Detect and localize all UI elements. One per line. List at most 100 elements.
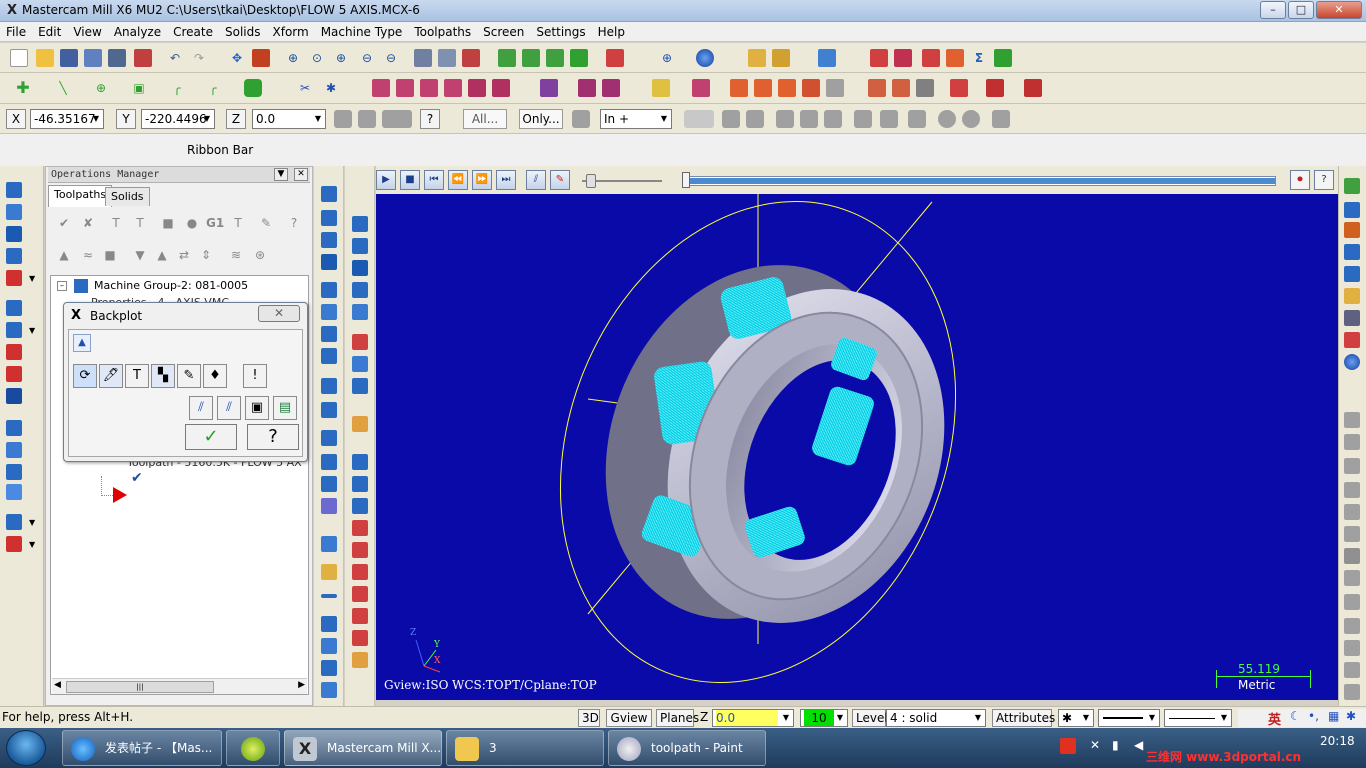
break-icon[interactable]: ✱ [322, 79, 340, 97]
md-17-icon[interactable] [352, 608, 368, 624]
mt-14-icon[interactable] [321, 498, 337, 514]
menu-view[interactable]: View [67, 22, 107, 42]
pocket-icon[interactable] [802, 79, 820, 97]
ime-moon-icon[interactable]: ☾ [1290, 709, 1301, 723]
machine-icon[interactable] [1024, 79, 1042, 97]
mt-16-icon[interactable] [321, 564, 337, 580]
rt-9-icon[interactable] [1344, 412, 1360, 428]
z-lock-button[interactable]: Z [226, 109, 246, 129]
select-only-button[interactable]: Only... [519, 109, 563, 129]
ime-settings-icon[interactable]: ✱ [1346, 709, 1356, 723]
md-10-icon[interactable] [352, 454, 368, 470]
ok-button[interactable]: ✓ [185, 424, 237, 450]
select-loop-icon[interactable] [854, 110, 872, 128]
scroll-right-icon[interactable]: ▶ [298, 680, 305, 690]
print-icon[interactable] [108, 49, 126, 67]
rt-4-icon[interactable] [1344, 244, 1360, 260]
ime-dot-icon[interactable]: •, [1308, 709, 1319, 723]
marker-button[interactable]: ✎ [550, 170, 570, 190]
line-width-dropdown-icon[interactable]: ▼ [1217, 710, 1231, 726]
fast-point-icon[interactable] [334, 110, 352, 128]
verify-selection-icon[interactable] [908, 110, 926, 128]
level-button[interactable]: Level [852, 709, 888, 727]
md-7-icon[interactable] [352, 356, 368, 372]
repaint-icon[interactable] [414, 49, 432, 67]
surface-3-icon[interactable] [6, 464, 22, 480]
mt-13-icon[interactable] [321, 476, 337, 492]
mt-3-icon[interactable] [321, 232, 337, 248]
single-display-icon[interactable]: ≋ [228, 247, 244, 263]
rt-8-icon[interactable] [1344, 332, 1360, 348]
md-16-icon[interactable] [352, 586, 368, 602]
display-holder-icon[interactable]: T [125, 364, 149, 388]
wireframe-icon[interactable] [498, 49, 516, 67]
sigma-icon[interactable]: Σ [970, 49, 988, 67]
mt-20-icon[interactable] [321, 660, 337, 676]
select-feature-icon[interactable] [880, 110, 898, 128]
rt-12-icon[interactable] [1344, 482, 1360, 498]
menu-xform[interactable]: Xform [267, 22, 315, 42]
mt-21-icon[interactable] [321, 682, 337, 698]
play-button[interactable]: ▶ [376, 170, 396, 190]
panel-close-button[interactable]: ✕ [294, 168, 308, 181]
configure-icon[interactable]: ⫽ [189, 396, 213, 420]
level-icon[interactable] [922, 49, 940, 67]
rt-6-icon[interactable] [1344, 288, 1360, 304]
post-ops-icon[interactable]: G1 [206, 215, 224, 231]
color-dropdown-icon[interactable]: ▼ [833, 710, 847, 726]
rt-11-icon[interactable] [1344, 458, 1360, 474]
rt-17-icon[interactable] [1344, 594, 1360, 610]
pan-icon[interactable]: ✥ [228, 49, 246, 67]
minimize-button[interactable]: – [1260, 1, 1286, 19]
menu-analyze[interactable]: Analyze [108, 22, 167, 42]
toggle-display-icon[interactable]: ≈ [80, 247, 96, 263]
select-face-icon[interactable] [800, 110, 818, 128]
display-rapid-icon[interactable]: ▚ [151, 364, 175, 388]
move-up-icon[interactable]: ▲ [154, 247, 170, 263]
side-view-icon[interactable] [6, 226, 22, 242]
pointer-icon[interactable] [722, 110, 740, 128]
task-folder[interactable]: 3 [446, 730, 604, 766]
wrap-icon[interactable] [602, 79, 620, 97]
mt-2-icon[interactable] [321, 210, 337, 226]
mt-17-icon[interactable] [321, 594, 337, 598]
mt-18-icon[interactable] [321, 616, 337, 632]
end-selection-icon[interactable] [962, 110, 980, 128]
select-all-ops-icon[interactable]: ✔ [56, 215, 72, 231]
md-4-icon[interactable] [352, 282, 368, 298]
repeat-icon[interactable]: ⟳ [73, 364, 97, 388]
toggle-post-icon[interactable]: ■ [102, 247, 118, 263]
zoom-window-icon[interactable]: ⊕ [284, 49, 302, 67]
rt-7-icon[interactable] [1344, 310, 1360, 326]
open-file-icon[interactable] [36, 49, 54, 67]
rotate-icon[interactable] [420, 79, 438, 97]
md-9-icon[interactable] [352, 416, 368, 432]
plane-icon[interactable] [994, 49, 1012, 67]
new-file-icon[interactable] [10, 49, 28, 67]
layout-icon[interactable] [6, 514, 22, 530]
mode-dropdown-icon[interactable]: ▼ [657, 110, 671, 128]
menu-settings[interactable]: Settings [530, 22, 591, 42]
shaded-icon[interactable] [546, 49, 564, 67]
z-coordinate-field[interactable]: 0.0 ▼ [252, 109, 326, 129]
fit-icon[interactable] [252, 49, 270, 67]
select-dirty-ops-icon[interactable]: ✘ [80, 215, 96, 231]
cut-icon[interactable] [134, 49, 152, 67]
selection-mode-select[interactable]: In + ▼ [600, 109, 672, 129]
stop-button[interactable]: ■ [400, 170, 420, 190]
dialog-help-button[interactable]: ? [247, 424, 299, 450]
task-browser[interactable]: 发表帖子 - 【Mas... [62, 730, 222, 766]
line-style-dropdown-icon[interactable]: ▼ [1145, 710, 1159, 726]
insert-arrow-icon[interactable]: ⇄ [176, 247, 192, 263]
layout-dropdown-icon[interactable]: ▼ [29, 518, 35, 527]
rt-1-icon[interactable] [1344, 178, 1360, 194]
cylinder-icon[interactable] [244, 79, 262, 97]
help-red-icon[interactable] [870, 49, 888, 67]
edit-2-icon[interactable] [772, 49, 790, 67]
clear-colors-icon[interactable] [438, 49, 456, 67]
rt-10-icon[interactable] [1344, 434, 1360, 450]
help-button[interactable]: ? [420, 109, 440, 129]
rt-14-icon[interactable] [1344, 526, 1360, 542]
step-forward-button[interactable]: ⏩ [472, 170, 492, 190]
3d-button[interactable]: 3D [578, 709, 600, 727]
